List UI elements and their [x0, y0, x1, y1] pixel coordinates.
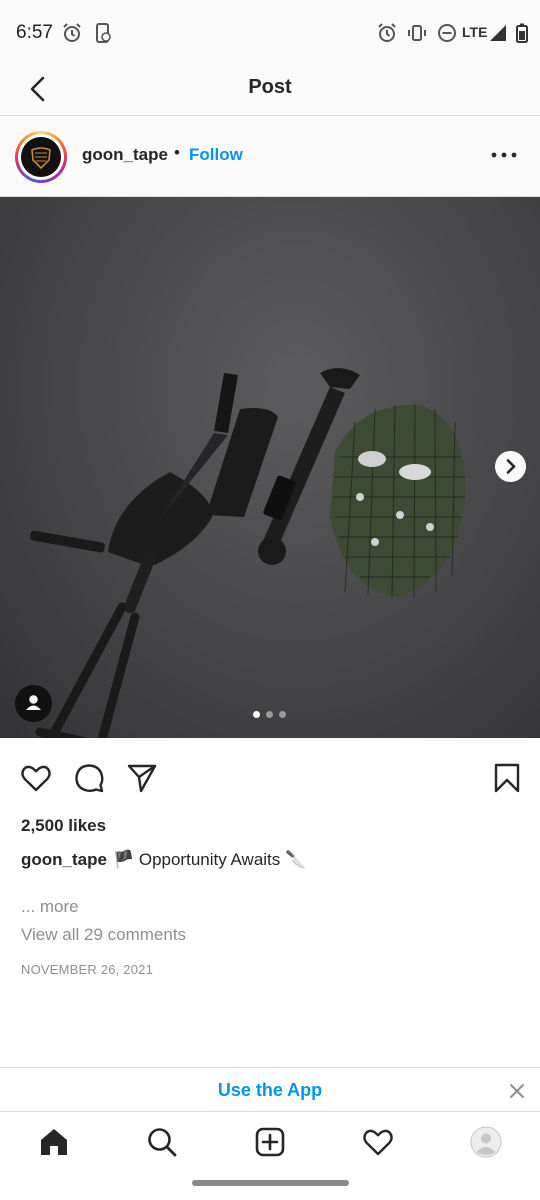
gesture-home-indicator[interactable] — [192, 1180, 349, 1186]
carousel-dot — [279, 711, 286, 718]
activity-heart-icon[interactable] — [362, 1126, 394, 1158]
carousel-next-button[interactable] — [495, 451, 526, 482]
comment-icon[interactable] — [73, 762, 105, 794]
caption-username[interactable]: goon_tape — [21, 850, 107, 869]
post-username[interactable]: goon_tape — [82, 145, 168, 165]
caption: goon_tape 🏴 Opportunity Awaits 🔪 — [21, 850, 306, 870]
network-type: LTE — [462, 24, 488, 40]
more-options-icon[interactable] — [490, 147, 518, 163]
alarm-icon — [378, 23, 396, 42]
top-bar: Post — [0, 64, 540, 116]
separator-dot: • — [174, 143, 180, 162]
more-link[interactable]: ... more — [21, 897, 79, 917]
home-icon[interactable] — [38, 1126, 70, 1158]
carousel-dot — [266, 711, 273, 718]
use-app-button[interactable]: Use the App — [0, 1080, 540, 1101]
hockey-mask-icon — [330, 403, 466, 598]
bookmark-icon[interactable] — [491, 762, 523, 794]
alarm-icon — [63, 23, 81, 42]
carousel-indicator — [253, 711, 289, 719]
vibrate-icon — [408, 25, 426, 41]
status-bar: 6:57 LTE — [0, 0, 540, 64]
caption-text: 🏴 Opportunity Awaits 🔪 — [112, 850, 307, 869]
profile-avatar-icon[interactable] — [470, 1126, 502, 1158]
tagged-user-icon[interactable] — [15, 685, 52, 722]
nhl-shield-logo — [21, 137, 61, 177]
do-not-disturb-icon — [438, 24, 456, 42]
avatar[interactable] — [15, 131, 67, 183]
post-image[interactable] — [0, 197, 540, 738]
avatar-border — [18, 134, 64, 180]
search-icon[interactable] — [146, 1126, 178, 1158]
signal-icon — [490, 25, 506, 41]
post-header: goon_tape • Follow — [0, 117, 540, 197]
bottom-navigation — [0, 1112, 540, 1174]
post-image-illustration — [30, 367, 466, 738]
like-heart-icon[interactable] — [20, 762, 52, 794]
post-date: NOVEMBER 26, 2021 — [21, 962, 154, 977]
screen-share-icon — [96, 23, 111, 43]
use-app-banner: Use the App — [0, 1067, 540, 1112]
view-comments-link[interactable]: View all 29 comments — [21, 925, 186, 945]
page-title: Post — [248, 76, 292, 98]
status-time: 6:57 — [16, 22, 53, 43]
knife-icon — [160, 373, 278, 519]
like-count[interactable]: 2,500 likes — [21, 816, 106, 836]
carousel-dot — [253, 711, 260, 718]
close-icon[interactable] — [508, 1082, 526, 1100]
share-send-icon[interactable] — [126, 762, 158, 794]
post-actions — [0, 756, 540, 800]
new-post-icon[interactable] — [254, 1126, 286, 1158]
shovel-icon — [30, 472, 213, 738]
battery-icon — [516, 23, 528, 43]
follow-button[interactable]: Follow — [189, 145, 243, 165]
